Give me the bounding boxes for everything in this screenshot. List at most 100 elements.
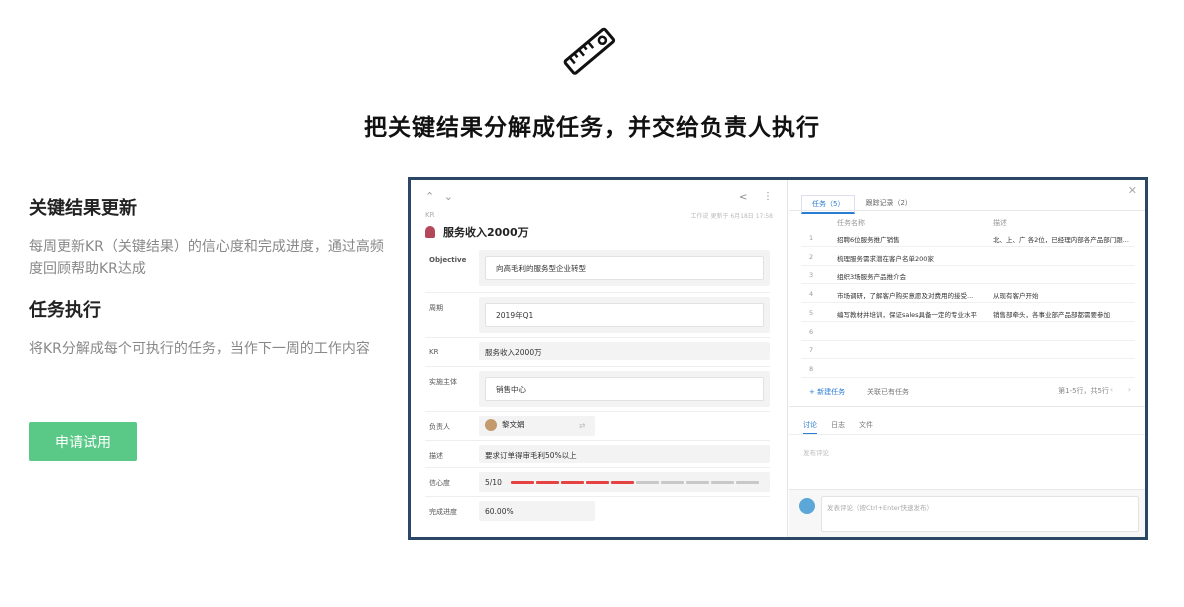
- row-number: 4: [809, 290, 814, 299]
- confidence-box[interactable]: 5/10: [479, 472, 770, 492]
- close-icon[interactable]: ✕: [1128, 184, 1137, 197]
- field-owner-entity: 实施主体 销售中心: [425, 366, 770, 410]
- divider: [789, 434, 1145, 435]
- col-header-desc: 描述: [993, 219, 1007, 227]
- field-owner: 负责人 黎文娟 ⇄: [425, 411, 770, 439]
- kr-title-row: 服务收入2000万: [425, 224, 529, 240]
- table-row[interactable]: 7: [801, 340, 1135, 360]
- more-icon[interactable]: ⋮: [763, 191, 773, 202]
- field-objective: Objective 向高毛利的服务型企业转型: [425, 248, 770, 289]
- row-number: 5: [809, 308, 814, 317]
- field-label: Objective: [429, 256, 467, 264]
- row-number: 2: [809, 252, 814, 261]
- link-task-button[interactable]: 关联已有任务: [867, 387, 909, 397]
- row-number: 7: [809, 346, 814, 355]
- objective-input[interactable]: 向高毛利的服务型企业转型: [485, 256, 764, 280]
- confidence-bar[interactable]: [511, 481, 759, 484]
- task-tabs: 任务（5） 跟踪记录（2）: [801, 195, 922, 214]
- tab-files[interactable]: 文件: [859, 420, 873, 434]
- task-name: 组织3场服务产品推介会: [837, 273, 907, 282]
- kr-title: 服务收入2000万: [443, 226, 529, 239]
- field-box: 2019年Q1: [479, 297, 770, 333]
- owner-name: 黎文娟: [502, 420, 525, 429]
- row-number: 3: [809, 271, 814, 280]
- kr-value: 服务收入2000万: [485, 348, 542, 357]
- kr-value-box[interactable]: 服务收入2000万: [479, 342, 770, 360]
- kr-person-icon: [425, 226, 435, 238]
- row-number: 6: [809, 327, 814, 336]
- post-hint: 发布评论: [803, 449, 829, 457]
- confidence-segment[interactable]: [686, 481, 709, 484]
- confidence-segment[interactable]: [636, 481, 659, 484]
- table-row[interactable]: 6: [801, 322, 1135, 341]
- table-row[interactable]: 1 招聘6位服务推广销售 北、上、广 各2位，已经理内部各产品部门跟...: [801, 228, 1135, 247]
- comment-area: 发表评论（按Ctrl+Enter快速发布）: [789, 489, 1145, 537]
- confidence-segment[interactable]: [736, 481, 759, 484]
- confidence-segment[interactable]: [661, 481, 684, 484]
- task-desc: 从现有客户开始: [993, 292, 1039, 301]
- progress-box[interactable]: 60.00%: [479, 501, 595, 521]
- confidence-value: 5/10: [485, 478, 502, 487]
- confidence-segment[interactable]: [611, 481, 634, 484]
- task-name: 招聘6位服务推广销售: [837, 236, 900, 244]
- kr-detail-panel: ⌃ ⌄ < ⋮ KR 工作说 更新于 6月18日 17:58 服务收入2000万…: [411, 180, 788, 537]
- tab-records[interactable]: 跟踪记录（2）: [855, 195, 921, 214]
- pager-arrows-icon[interactable]: ‹ ›: [1110, 385, 1137, 394]
- table-row[interactable]: 3 组织3场服务产品推介会: [801, 265, 1135, 285]
- page-title: 把关键结果分解成任务，并交给负责人执行: [364, 115, 820, 141]
- confidence-segment[interactable]: [561, 481, 584, 484]
- progress-value: 60.00%: [485, 507, 514, 516]
- task-desc: 销售部牵头，各事业部产品部都需要参加: [993, 310, 1110, 319]
- owner-avatar: [485, 419, 497, 431]
- section-desc-task: 将KR分解成每个可执行的任务，当作下一周的工作内容: [29, 341, 370, 357]
- sub-tabs: 讨论 日志 文件: [803, 420, 873, 434]
- field-label: 负责人: [429, 423, 450, 431]
- feature-list: 关键结果更新 每周更新KR（关键结果）的信心度和完成进度，通过高频度回顾帮助KR…: [29, 196, 389, 360]
- nav-arrows-icon[interactable]: ⌃ ⌄: [425, 190, 456, 203]
- pager-text: 第1-5行，共5行: [1058, 387, 1109, 395]
- desc-value: 要求订单得审毛利50%以上: [485, 451, 577, 460]
- swap-icon[interactable]: ⇄: [579, 421, 585, 430]
- table-row[interactable]: 8: [801, 359, 1135, 378]
- desc-box[interactable]: 要求订单得审毛利50%以上: [479, 445, 770, 463]
- tab-discuss[interactable]: 讨论: [803, 420, 817, 434]
- task-name: 市场调研，了解客户购买意愿及对费用的接受...: [837, 292, 974, 301]
- table-row[interactable]: 4 市场调研，了解客户购买意愿及对费用的接受... 从现有客户开始: [801, 284, 1135, 304]
- table-row[interactable]: 5 编写教材并培训，保证sales具备一定的专业水平 销售部牵头，各事业部产品部都需…: [801, 303, 1135, 322]
- task-panel: ✕ 任务（5） 跟踪记录（2） 任务名称 描述 1 招聘6位服务推广销售 北、上、广…: [789, 180, 1145, 537]
- section-title-task: 任务执行: [29, 300, 101, 321]
- kr-type-label: KR: [425, 211, 435, 219]
- field-period: 周期 2019年Q1: [425, 292, 770, 334]
- owner-chip: 黎文娟: [485, 419, 525, 431]
- row-number: 1: [809, 234, 814, 242]
- task-name: 编写教材并培训，保证sales具备一定的专业水平: [837, 310, 978, 319]
- owner-entity-input[interactable]: 销售中心: [485, 377, 764, 401]
- tab-log[interactable]: 日志: [831, 420, 845, 434]
- field-box: 销售中心: [479, 371, 770, 407]
- col-header-name: 任务名称: [837, 219, 865, 227]
- confidence-segment[interactable]: [586, 481, 609, 484]
- section-desc-kr-update: 每周更新KR（关键结果）的信心度和完成进度，通过高频度回顾帮助KR达成: [29, 239, 384, 277]
- table-row[interactable]: 2 梳理服务需求潜在客户名单200家: [801, 247, 1135, 266]
- period-input[interactable]: 2019年Q1: [485, 303, 764, 327]
- share-icon[interactable]: <: [739, 192, 747, 203]
- field-confidence: 信心度 5/10: [425, 467, 770, 495]
- confidence-segment[interactable]: [711, 481, 734, 484]
- apply-trial-button[interactable]: 申请试用: [29, 422, 137, 461]
- field-label: KR: [429, 348, 439, 356]
- divider: [789, 210, 1145, 211]
- field-desc: 描述 要求订单得审毛利50%以上: [425, 440, 770, 466]
- confidence-segment[interactable]: [511, 481, 534, 484]
- user-avatar: [799, 498, 815, 514]
- confidence-segment[interactable]: [536, 481, 559, 484]
- updated-time: 工作说 更新于 6月18日 17:58: [690, 213, 773, 220]
- field-label: 周期: [429, 304, 443, 312]
- product-screenshot: ⌃ ⌄ < ⋮ KR 工作说 更新于 6月18日 17:58 服务收入2000万…: [408, 177, 1148, 540]
- owner-box[interactable]: 黎文娟 ⇄: [479, 416, 595, 436]
- row-number: 8: [809, 364, 814, 373]
- tab-tasks[interactable]: 任务（5）: [801, 195, 856, 214]
- new-task-button[interactable]: + 新建任务: [809, 387, 845, 397]
- comment-input[interactable]: 发表评论（按Ctrl+Enter快速发布）: [821, 496, 1139, 532]
- field-label: 信心度: [429, 479, 450, 487]
- field-label: 实施主体: [429, 378, 457, 386]
